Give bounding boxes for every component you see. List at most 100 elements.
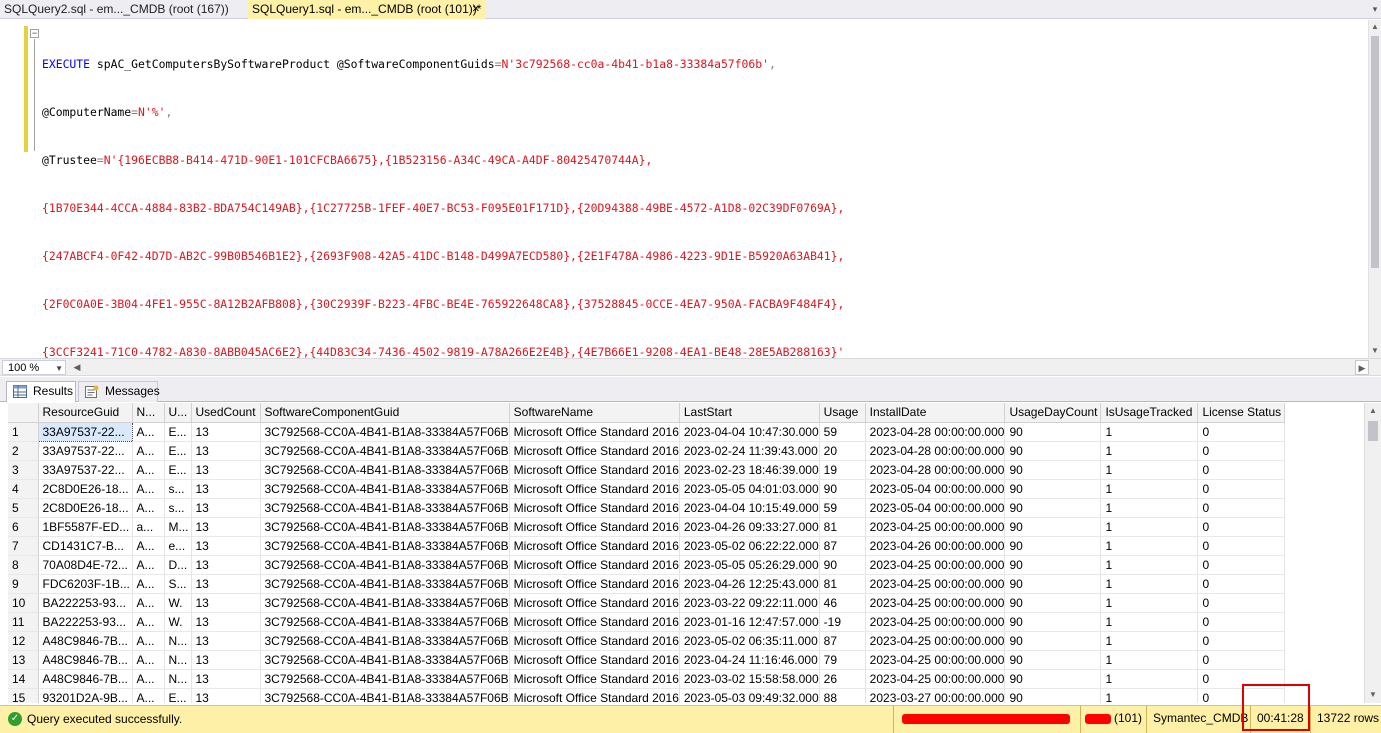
grid-cell[interactable]: 13 [191, 555, 261, 575]
results-grid[interactable]: ResourceGuid N... U... UsedCount SoftwareCom… [8, 403, 1381, 703]
grid-cell[interactable]: 1 [1100, 498, 1199, 518]
grid-cell[interactable]: A... [132, 612, 165, 632]
grid-cell[interactable]: 87 [819, 631, 866, 651]
grid-cell[interactable]: 3C792568-CC0A-4B41-B1A8-33384A57F06B [260, 650, 510, 670]
close-icon[interactable]: ✕ [472, 0, 480, 19]
grid-cell[interactable]: 90 [1004, 612, 1102, 632]
grid-cell[interactable]: A... [132, 650, 165, 670]
grid-cell[interactable]: 0 [1197, 555, 1286, 575]
grid-cell[interactable]: 13 [191, 688, 261, 703]
grid-cell[interactable]: 2023-04-25 00:00:00.000 [865, 555, 1006, 575]
grid-cell[interactable]: -19 [819, 612, 866, 632]
grid-cell[interactable]: 81 [819, 574, 866, 594]
grid-cell[interactable]: 2023-04-25 00:00:00.000 [865, 593, 1006, 613]
grid-cell[interactable]: 13 [191, 593, 261, 613]
table-row[interactable]: 7 CD1431C7-B... A... e... 13 3C792568-CC0A-4B… [8, 536, 1286, 556]
grid-cell[interactable]: 2023-04-25 00:00:00.000 [865, 574, 1006, 594]
grid-cell[interactable]: 90 [1004, 422, 1102, 442]
grid-cell[interactable]: FDC6203F-1B... [38, 574, 133, 594]
sql-editor[interactable]: − EXECUTE spAC_GetComputersBySoftwarePro… [0, 20, 1381, 359]
grid-cell[interactable]: 3C792568-CC0A-4B41-B1A8-33384A57F06B [260, 574, 510, 594]
grid-cell[interactable]: Microsoft Office Standard 2016 [509, 460, 680, 480]
row-number[interactable]: 14 [8, 669, 39, 689]
grid-cell[interactable]: 79 [819, 650, 866, 670]
grid-cell[interactable]: 2023-04-26 00:00:00.000 [865, 536, 1006, 556]
grid-cell[interactable]: 0 [1197, 650, 1286, 670]
column-header[interactable]: SoftwareName [509, 403, 680, 423]
row-number[interactable]: 7 [8, 536, 39, 556]
table-row[interactable]: 9 FDC6203F-1B... A... S... 13 3C792568-CC0A-4… [8, 574, 1286, 594]
grid-cell[interactable]: 13 [191, 422, 261, 442]
grid-cell[interactable]: 1 [1100, 479, 1199, 499]
scroll-up-icon[interactable]: ▲ [1365, 403, 1381, 419]
grid-cell[interactable]: 0 [1197, 536, 1286, 556]
grid-cell[interactable]: 59 [819, 422, 866, 442]
grid-cell[interactable]: 2023-04-28 00:00:00.000 [865, 422, 1006, 442]
grid-cell[interactable]: 2023-04-28 00:00:00.000 [865, 441, 1006, 461]
grid-cell[interactable]: 90 [1004, 498, 1102, 518]
grid-cell[interactable]: 2023-04-28 00:00:00.000 [865, 460, 1006, 480]
grid-cell[interactable]: 2C8D0E26-18... [38, 479, 133, 499]
grid-cell[interactable]: BA222253-93... [38, 593, 133, 613]
grid-cell[interactable]: 87 [819, 536, 866, 556]
grid-cell[interactable]: 90 [1004, 650, 1102, 670]
grid-cell[interactable]: Microsoft Office Standard 2016 [509, 422, 680, 442]
grid-cell[interactable]: 3C792568-CC0A-4B41-B1A8-33384A57F06B [260, 517, 510, 537]
grid-cell[interactable]: 13 [191, 498, 261, 518]
grid-cell[interactable]: 33A97537-22... [37, 421, 133, 442]
grid-cell[interactable]: Microsoft Office Standard 2016 [509, 479, 680, 499]
grid-cell[interactable]: Microsoft Office Standard 2016 [509, 555, 680, 575]
grid-cell[interactable]: Microsoft Office Standard 2016 [509, 612, 680, 632]
grid-vertical-scrollbar[interactable]: ▲ ▼ [1364, 403, 1381, 703]
row-number[interactable]: 1 [8, 422, 39, 442]
grid-cell[interactable]: BA222253-93... [38, 612, 133, 632]
grid-cell[interactable]: Microsoft Office Standard 2016 [509, 441, 680, 461]
row-number[interactable]: 6 [8, 517, 39, 537]
grid-cell[interactable]: Microsoft Office Standard 2016 [509, 574, 680, 594]
grid-cell[interactable]: 2023-05-03 09:49:32.000 [679, 688, 820, 703]
grid-cell[interactable]: A... [132, 669, 165, 689]
grid-cell[interactable]: 2023-05-04 00:00:00.000 [865, 479, 1006, 499]
grid-cell[interactable]: 0 [1197, 422, 1286, 442]
grid-cell[interactable]: 90 [1004, 631, 1102, 651]
grid-cell[interactable]: 0 [1197, 574, 1286, 594]
grid-cell[interactable]: 3C792568-CC0A-4B41-B1A8-33384A57F06B [260, 536, 510, 556]
table-row[interactable]: 6 1BF5587F-ED... a... M... 13 3C792568-CC0A-4… [8, 517, 1286, 537]
grid-cell[interactable]: 2023-02-24 11:39:43.000 [679, 441, 820, 461]
grid-cell[interactable]: 2023-03-27 00:00:00.000 [865, 688, 1006, 703]
row-number[interactable]: 4 [8, 479, 39, 499]
grid-cell[interactable]: 13 [191, 612, 261, 632]
grid-cell[interactable]: 1 [1100, 555, 1199, 575]
grid-cell[interactable]: A... [132, 593, 165, 613]
grid-cell[interactable]: 1 [1100, 441, 1199, 461]
grid-cell[interactable]: E... [164, 688, 192, 703]
grid-cell[interactable]: 3C792568-CC0A-4B41-B1A8-33384A57F06B [260, 631, 510, 651]
grid-cell[interactable]: s... [164, 479, 192, 499]
grid-cell[interactable]: E... [164, 422, 192, 442]
grid-cell[interactable]: 2023-04-04 10:15:49.000 [679, 498, 820, 518]
grid-cell[interactable]: 1BF5587F-ED... [38, 517, 133, 537]
scroll-thumb[interactable] [1371, 36, 1379, 268]
grid-cell[interactable]: 1 [1100, 460, 1199, 480]
grid-cell[interactable]: 3C792568-CC0A-4B41-B1A8-33384A57F06B [260, 612, 510, 632]
column-header[interactable]: IsUsageTracked [1100, 403, 1199, 423]
grid-cell[interactable]: 2023-05-05 04:01:03.000 [679, 479, 820, 499]
grid-cell[interactable]: 1 [1100, 593, 1199, 613]
grid-cell[interactable]: 2023-05-02 06:35:11.000 [679, 631, 820, 651]
grid-cell[interactable]: Microsoft Office Standard 2016 [509, 593, 680, 613]
grid-cell[interactable]: 3C792568-CC0A-4B41-B1A8-33384A57F06B [260, 422, 510, 442]
grid-cell[interactable]: 3C792568-CC0A-4B41-B1A8-33384A57F06B [260, 479, 510, 499]
grid-cell[interactable]: 20 [819, 441, 866, 461]
grid-cell[interactable]: 1 [1100, 669, 1199, 689]
grid-cell[interactable]: 13 [191, 460, 261, 480]
grid-cell[interactable]: 90 [1004, 441, 1102, 461]
table-row[interactable]: 14 A48C9846-7B... A... N... 13 3C792568-CC0A-… [8, 669, 1286, 689]
grid-cell[interactable]: 90 [1004, 555, 1102, 575]
grid-cell[interactable]: 2C8D0E26-18... [38, 498, 133, 518]
grid-cell[interactable]: 19 [819, 460, 866, 480]
grid-cell[interactable]: 13 [191, 631, 261, 651]
grid-cell[interactable]: 0 [1197, 498, 1286, 518]
grid-cell[interactable]: 2023-01-16 12:47:57.000 [679, 612, 820, 632]
grid-cell[interactable]: Microsoft Office Standard 2016 [509, 498, 680, 518]
tab-sqlquery2[interactable]: SQLQuery2.sql - em..._CMDB (root (167)) [0, 0, 248, 19]
